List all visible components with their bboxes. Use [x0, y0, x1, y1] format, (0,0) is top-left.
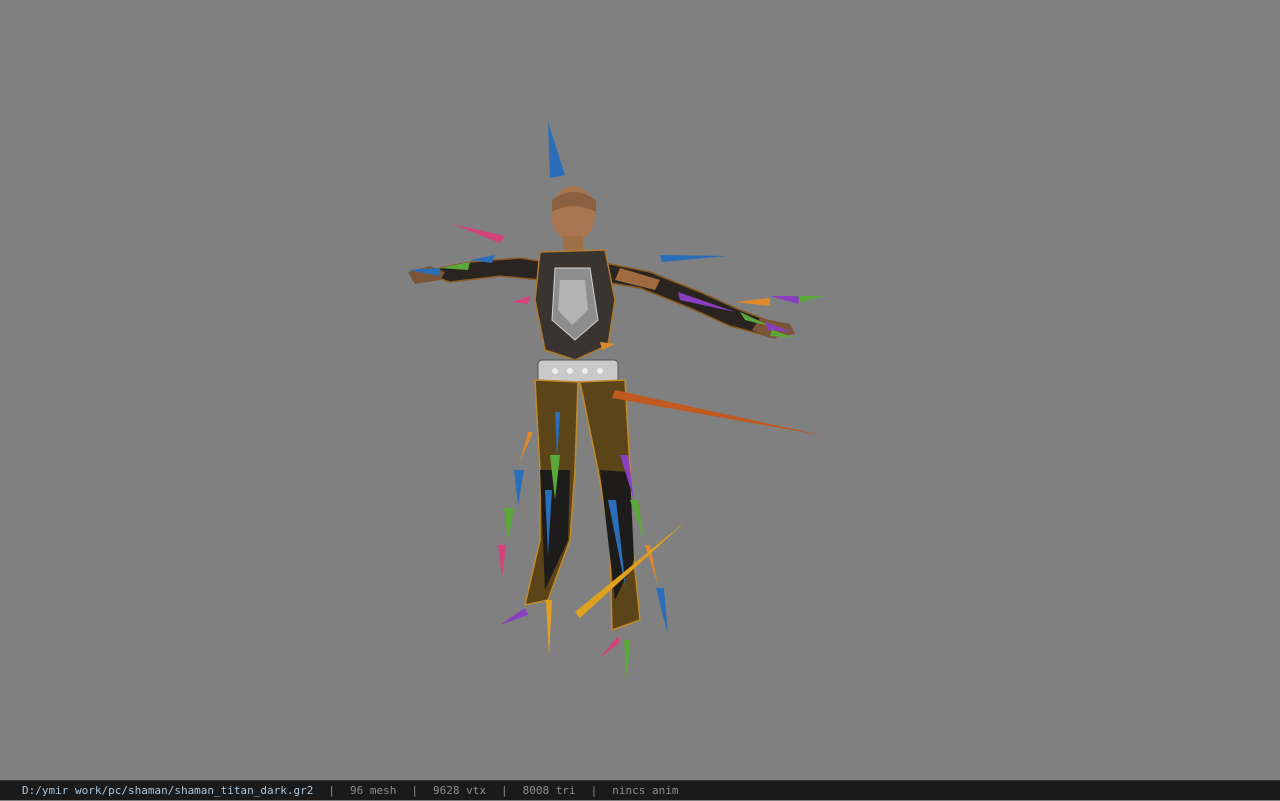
character-model — [408, 186, 795, 632]
3d-viewport[interactable] — [0, 0, 1280, 780]
separator: | — [501, 783, 508, 797]
triangle-count: 8008 tri — [522, 783, 576, 797]
animation-status: nincs anim — [612, 783, 679, 797]
mesh-count: 96 mesh — [350, 783, 397, 797]
model-render — [408, 122, 825, 682]
separator: | — [328, 783, 336, 797]
file-path: D:/ymir work/pc/shaman/shaman_titan_dark… — [22, 783, 314, 797]
separator: | — [590, 783, 598, 797]
separator: | — [411, 783, 419, 797]
vertex-count: 9628 vtx — [433, 783, 486, 797]
status-bar: D:/ymir work/pc/shaman/shaman_titan_dark… — [0, 780, 1280, 800]
